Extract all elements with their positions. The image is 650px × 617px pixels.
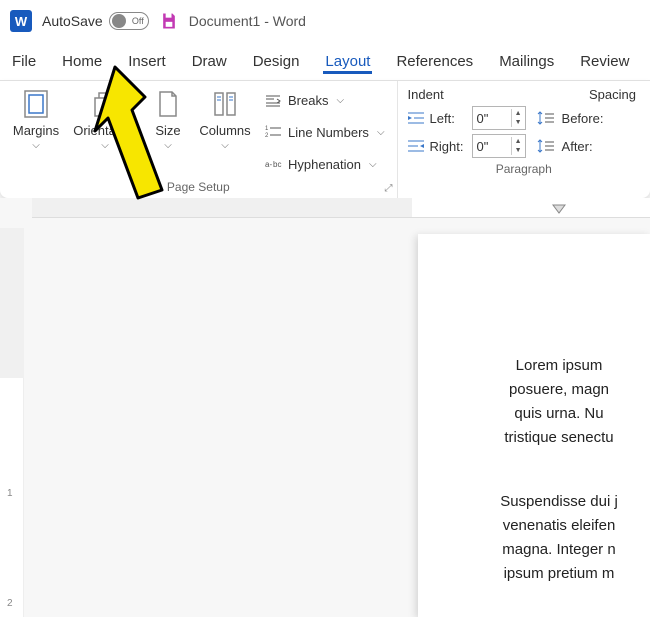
hyphenation-icon: a-bc (264, 155, 282, 173)
document-page[interactable]: Lorem ipsum posuere, magn quis urna. Nu … (418, 234, 650, 617)
word-app-icon: W (10, 10, 32, 32)
autosave-toggle[interactable]: AutoSave Off (42, 12, 149, 30)
breaks-icon (264, 92, 282, 110)
indent-right-icon (406, 137, 426, 155)
tab-layout[interactable]: Layout (323, 49, 372, 74)
tab-references[interactable]: References (394, 49, 475, 74)
spacing-after-icon (536, 137, 556, 155)
svg-text:1: 1 (265, 126, 269, 132)
tab-file[interactable]: File (10, 49, 38, 74)
spacing-before-icon (536, 109, 556, 127)
svg-text:bc: bc (273, 160, 281, 169)
indent-left-icon (406, 109, 426, 127)
chevron-down-icon: ⌵ (336, 95, 344, 106)
tab-mailings[interactable]: Mailings (497, 49, 556, 74)
hyphenation-button[interactable]: a-bc Hyphenation ⌵ (260, 152, 389, 176)
tab-draw[interactable]: Draw (190, 49, 229, 74)
group-label-page-setup: Page Setup (8, 178, 389, 196)
line-numbers-button[interactable]: 12 Line Numbers ⌵ (260, 120, 389, 144)
group-page-setup: Margins ⌵ Orientation ⌵ Size ⌵ (0, 81, 398, 198)
ribbon-tabs: File Home Insert Draw Design Layout Refe… (0, 42, 650, 80)
indent-left-input[interactable]: 0" ▲▼ (472, 106, 526, 130)
workspace: 1 1 2 Lorem ipsum posuere, magn quis urn… (0, 198, 650, 617)
paragraph-2: Suspendisse dui j venenatis eleifen magn… (468, 490, 650, 586)
toggle-switch[interactable]: Off (109, 12, 149, 30)
spinner-up-icon[interactable]: ▲ (512, 137, 525, 146)
orientation-icon (88, 87, 122, 121)
indent-right-input[interactable]: 0" ▲▼ (472, 134, 526, 158)
spinner-down-icon[interactable]: ▼ (512, 118, 525, 127)
indent-header: Indent (408, 87, 444, 102)
spacing-after-label: After: (560, 139, 608, 154)
group-paragraph: Indent Spacing Left: 0" ▲▼ Before: (398, 81, 650, 198)
autosave-label: AutoSave (42, 13, 103, 29)
chevron-down-icon: ⌵ (164, 140, 172, 151)
svg-text:a-: a- (265, 160, 272, 169)
chevron-down-icon: ⌵ (377, 127, 385, 138)
tab-review[interactable]: Review (578, 49, 631, 74)
spinner-down-icon[interactable]: ▼ (512, 146, 525, 155)
paragraph-1: Lorem ipsum posuere, magn quis urna. Nu … (468, 354, 650, 450)
line-numbers-icon: 12 (264, 123, 282, 141)
titlebar: W AutoSave Off Document1 - Word (0, 0, 650, 42)
margins-button[interactable]: Margins ⌵ (8, 87, 64, 178)
chevron-down-icon: ⌵ (101, 140, 109, 151)
spacing-before-label: Before: (560, 111, 608, 126)
spacing-header: Spacing (589, 87, 640, 102)
document-title: Document1 - Word (189, 13, 306, 29)
group-label-paragraph: Paragraph (406, 160, 642, 178)
save-icon[interactable] (159, 11, 179, 31)
ribbon: Margins ⌵ Orientation ⌵ Size ⌵ (0, 80, 650, 198)
first-line-indent-marker[interactable] (552, 204, 566, 216)
columns-icon (208, 87, 242, 121)
size-button[interactable]: Size ⌵ (146, 87, 190, 178)
chevron-down-icon: ⌵ (221, 140, 229, 151)
indent-right-label: Right: (430, 139, 468, 154)
columns-button[interactable]: Columns ⌵ (196, 87, 254, 178)
horizontal-ruler[interactable]: 1 (32, 198, 650, 218)
svg-text:2: 2 (265, 133, 269, 139)
tab-home[interactable]: Home (60, 49, 104, 74)
margins-icon (19, 87, 53, 121)
page-setup-dialog-launcher[interactable]: ⤢ (385, 183, 393, 194)
tab-design[interactable]: Design (251, 49, 302, 74)
orientation-button[interactable]: Orientation ⌵ (70, 87, 140, 178)
indent-left-label: Left: (430, 111, 468, 126)
tab-insert[interactable]: Insert (126, 49, 168, 74)
chevron-down-icon: ⌵ (32, 140, 40, 151)
spinner-up-icon[interactable]: ▲ (512, 109, 525, 118)
vertical-ruler[interactable]: 1 2 (0, 228, 24, 617)
chevron-down-icon: ⌵ (369, 159, 377, 170)
size-icon (151, 87, 185, 121)
breaks-button[interactable]: Breaks ⌵ (260, 89, 389, 113)
